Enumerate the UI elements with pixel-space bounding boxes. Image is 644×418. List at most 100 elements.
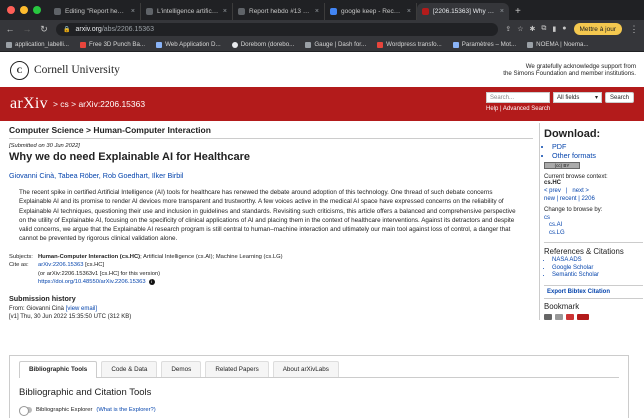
back-icon[interactable]: ← [5, 24, 15, 34]
tab-code-data[interactable]: Code & Data [101, 361, 158, 377]
license-badge-icon[interactable]: (cc) BY [544, 162, 580, 169]
pdf-link[interactable]: PDF [552, 142, 643, 151]
menu-icon[interactable]: ⋮ [629, 24, 639, 35]
view-email-link[interactable]: [view email] [66, 306, 97, 312]
close-tab-icon[interactable]: × [223, 8, 227, 15]
change-browse: Change to browse by: cs cs.AI cs.LG [544, 207, 643, 237]
semantic-scholar-link[interactable]: Semantic Scholar [552, 272, 643, 280]
bookmark-item[interactable]: Dorebom (dorebo... [231, 41, 294, 48]
close-tab-icon[interactable]: × [131, 8, 135, 15]
page-title: Why we do need Explainable AI for Health… [9, 151, 251, 163]
bookmark-item[interactable]: application_labelli... [6, 41, 69, 48]
google-scholar-link[interactable]: Google Scholar [552, 265, 643, 273]
browser-tab-1[interactable]: Editing "Report hebdo #14"× [49, 3, 141, 20]
doi-link[interactable]: https://doi.org/10.48550/arXiv.2206.1536… [38, 279, 146, 285]
lock-icon[interactable]: 🔒 [63, 26, 70, 33]
explorer-help-link[interactable]: (What is the Explorer?) [96, 407, 155, 413]
next-link[interactable]: next > [572, 188, 589, 194]
close-tab-icon[interactable]: × [407, 8, 411, 15]
update-button[interactable]: Mettre à jour [573, 23, 622, 35]
browse-option-link[interactable]: cs.AI [544, 222, 643, 230]
bookmark-item[interactable]: Wordpress transfo... [377, 41, 442, 48]
tab-about-arxivlabs[interactable]: About arXivLabs [272, 361, 339, 377]
address-bar[interactable]: 🔒 arxiv.org/abs/2206.15363 [56, 22, 499, 36]
maximize-window-button[interactable] [33, 6, 41, 14]
other-formats-link[interactable]: Other formats [552, 151, 643, 160]
help-links[interactable]: Help | Advanced Search [486, 106, 636, 112]
browser-tab-4[interactable]: google keep - Recherche G...× [325, 3, 417, 20]
arxiv-icon [422, 8, 429, 15]
bookmark-favicon-icon [305, 41, 312, 48]
export-bibtex-link[interactable]: Export Bibtex Citation [544, 284, 643, 299]
acknowledgement: We gratefully acknowledge support from t… [503, 62, 636, 78]
browse-context: Current browse context: cs.HC [544, 174, 608, 186]
bookmarks-bar: application_labelli... Free 3D Punch Ba.… [0, 38, 644, 52]
cornell-header: C Cornell University We gratefully ackno… [0, 53, 644, 87]
new-recent-links[interactable]: new | recent | 2206 [544, 196, 643, 204]
cite-version[interactable]: (or arXiv:2206.15363v1 [cs.HC] for this … [38, 270, 533, 279]
share-icon[interactable]: ⇪ [505, 25, 511, 33]
bookmark-heading: Bookmark [544, 301, 580, 311]
browser-tab-strip: Editing "Report hebdo #14"× L'intelligen… [0, 0, 644, 20]
url-path: /abs/2206.15363 [101, 25, 154, 33]
browser-tab-2[interactable]: L'intelligence artificielle da...× [141, 3, 233, 20]
sidebar-icon[interactable]: ▮ [552, 25, 556, 33]
puzzle-icon[interactable]: ⧉ [541, 25, 546, 33]
mendeley-icon[interactable] [555, 313, 563, 320]
cornell-seal-icon: C [10, 60, 29, 80]
bookmark-item[interactable]: Free 3D Punch Ba... [80, 41, 145, 48]
bookmark-item[interactable]: Paramètres – Mot... [452, 41, 516, 48]
bookmark-favicon-icon [527, 41, 534, 48]
submission-history-heading: Submission history [9, 293, 76, 303]
sciencewise-icon[interactable] [577, 313, 589, 320]
minimize-window-button[interactable] [20, 6, 28, 14]
cornell-name: Cornell University [34, 64, 120, 76]
close-tab-icon[interactable]: × [315, 8, 319, 15]
author-list[interactable]: Giovanni Cinà, Tabea Röber, Rob Goedhart… [9, 171, 533, 180]
cornell-logo[interactable]: C Cornell University [10, 60, 120, 80]
bib-explorer-toggle[interactable] [19, 406, 32, 416]
wordpress-icon [54, 8, 61, 15]
extension-icon[interactable]: ✱ [530, 25, 536, 33]
arxiv-logo[interactable]: arXiv [10, 95, 48, 113]
search-field-select[interactable]: All fields ▾ [553, 92, 602, 103]
bookmark-item[interactable]: Web Application D... [156, 41, 221, 48]
breadcrumb[interactable]: > cs > arXiv:2206.15363 [53, 99, 145, 109]
tab-bibliographic-tools[interactable]: Bibliographic Tools [19, 361, 98, 378]
cite-value: arXiv:2206.15363 [cs.HC] (or arXiv:2206.… [38, 261, 533, 287]
download-heading: Download: [544, 128, 601, 140]
bookmark-item[interactable]: NOEMA | Noema... [527, 41, 589, 48]
cite-id-link[interactable]: arXiv:2206.15363 [38, 262, 83, 268]
url-host: arxiv.org [75, 25, 102, 33]
profile-icon[interactable]: ● [562, 25, 566, 33]
bookmark-item[interactable]: Gauge | Dash for... [305, 41, 366, 48]
search-input[interactable]: Search... [486, 92, 550, 103]
bibsonomy-icon[interactable] [544, 313, 552, 320]
prev-link[interactable]: < prev [544, 188, 561, 194]
new-tab-button[interactable]: + [509, 6, 527, 20]
info-icon[interactable]: i [148, 278, 155, 285]
nasa-ads-link[interactable]: NASA ADS [552, 257, 643, 265]
tab-demos[interactable]: Demos [161, 361, 202, 377]
browser-tab-5[interactable]: [2206.15363] Why we do n...× [417, 3, 509, 20]
browser-tab-3[interactable]: Report hebdo #13 : quoi de...× [233, 3, 325, 20]
download-sidebar: Download: PDF Other formats (cc) BY Curr… [539, 123, 643, 320]
close-window-button[interactable] [7, 6, 15, 14]
close-tab-icon[interactable]: × [500, 8, 504, 15]
subjects-value: Human-Computer Interaction (cs.HC); Arti… [38, 253, 283, 260]
reload-icon[interactable]: ↻ [39, 24, 49, 35]
browse-nav: < prev | next > new | recent | 2206 [544, 188, 643, 203]
star-icon[interactable]: ☆ [517, 25, 523, 33]
wordpress-icon [238, 8, 245, 15]
bookmark-favicon-icon [452, 41, 459, 48]
tab-related-papers[interactable]: Related Papers [205, 361, 269, 377]
version-line: [v1] Thu, 30 Jun 2022 15:35:50 UTC (312 … [9, 314, 132, 321]
bookmark-favicon-icon [156, 41, 163, 48]
browse-option-link[interactable]: cs [544, 215, 643, 223]
bib-tools-heading: Bibliographic and Citation Tools [19, 387, 152, 398]
forward-icon[interactable]: → [22, 24, 32, 34]
reddit-icon[interactable] [566, 313, 574, 320]
github-icon [231, 41, 238, 48]
browse-option-link[interactable]: cs.LG [544, 230, 643, 238]
search-button[interactable]: Search [605, 92, 635, 103]
